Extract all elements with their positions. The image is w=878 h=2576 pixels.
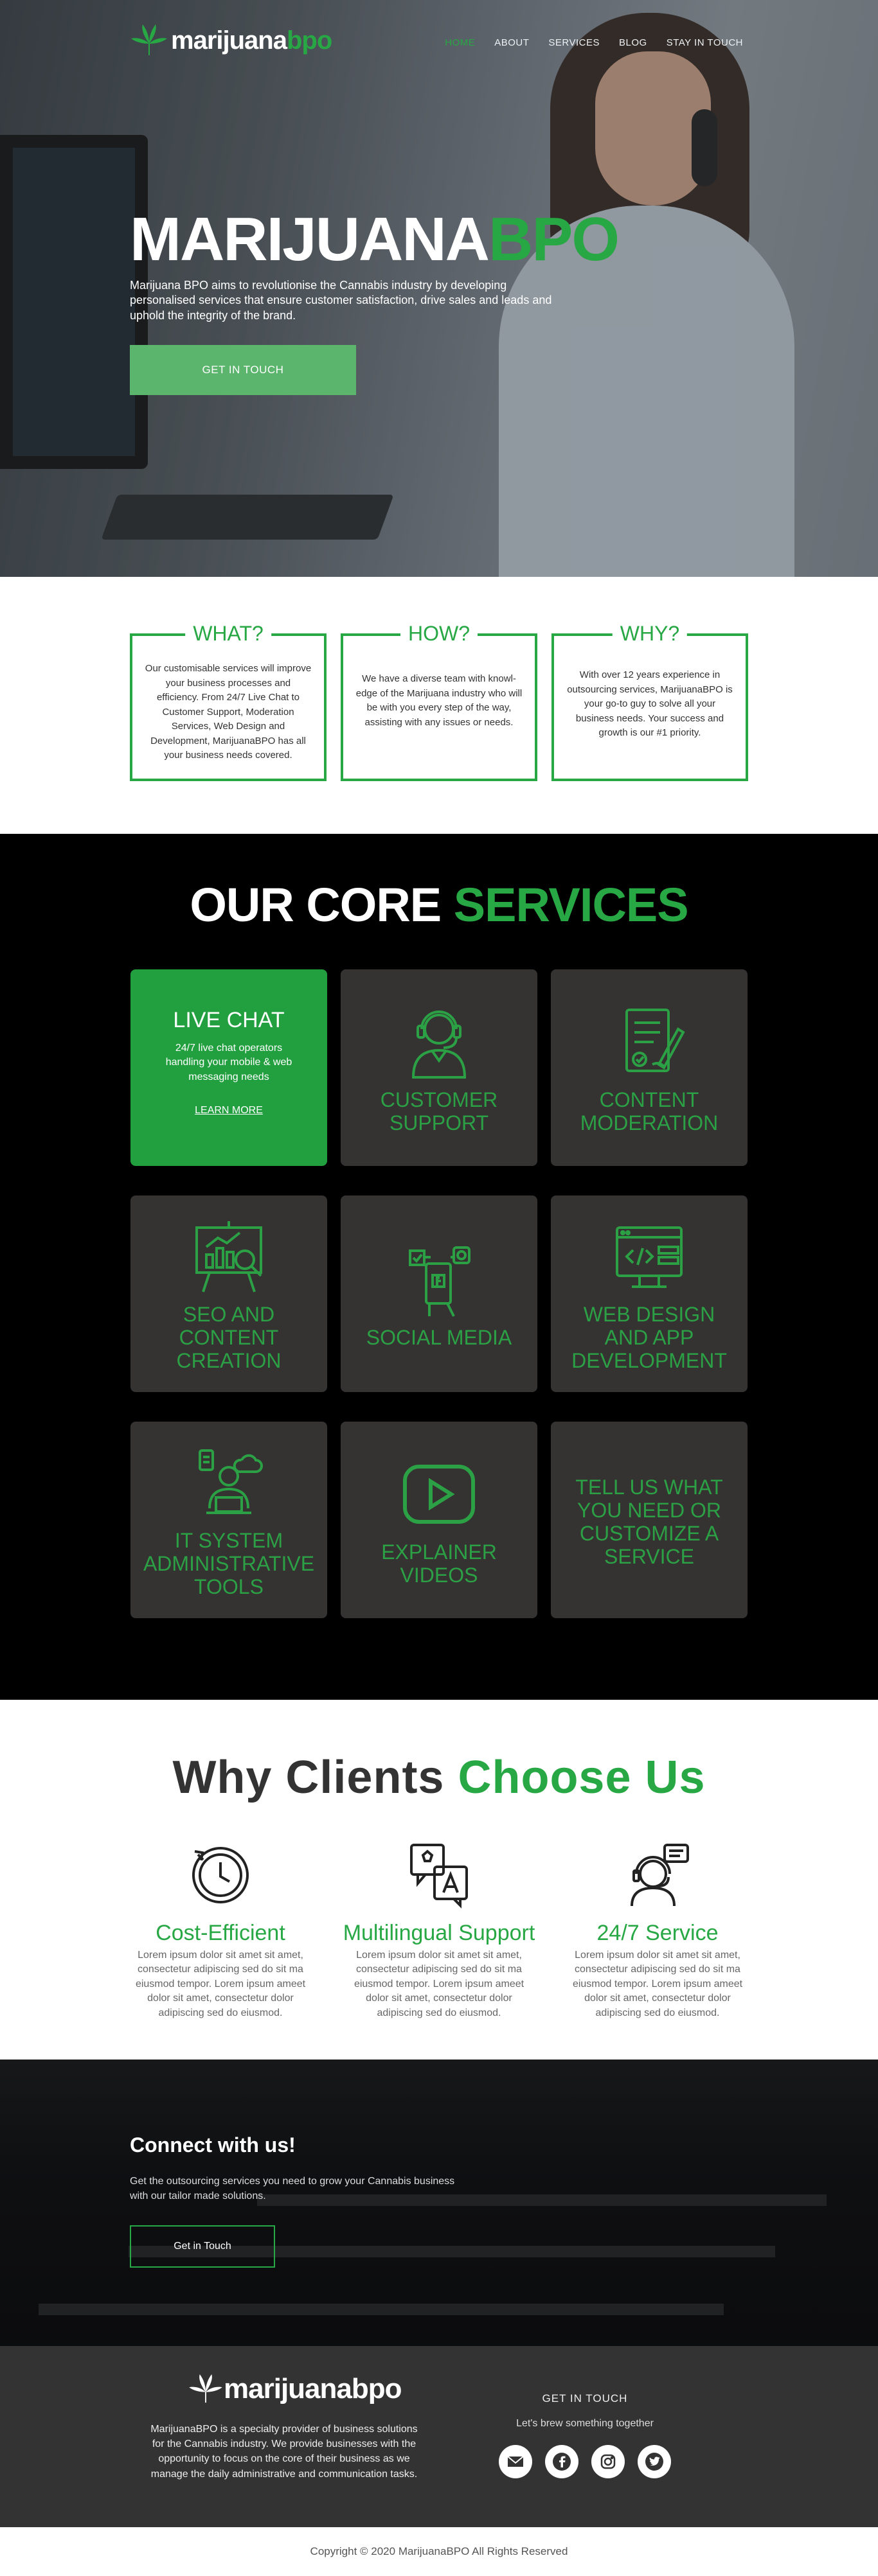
- service-card-customer-support[interactable]: CUSTOMER SUPPORT: [341, 969, 537, 1166]
- document-check-icon: [607, 1000, 691, 1084]
- service-card-customize[interactable]: TELL US WHAT YOU NEED OR CUSTOMIZE A SER…: [551, 1422, 748, 1618]
- core-services-heading: OUR CORE SERVICES: [190, 878, 688, 931]
- why-item-text: Lorem ipsum dolor sit amet sit amet, con…: [135, 1950, 306, 2018]
- service-card-seo-content[interactable]: SEO AND CONTENT CREATION: [130, 1195, 327, 1392]
- service-label: WEB DESIGN AND APP DEVELOPMENT: [571, 1303, 727, 1372]
- why-item-24-7: 24/7 Service Lorem ipsum dolor sit amet …: [561, 1839, 754, 2020]
- footer-about-text: MarijuanaBPO is a specialty provider of …: [150, 2424, 418, 2480]
- hero-section: marijuanabpo HOME ABOUT SERVICES BLOG ST…: [0, 0, 878, 577]
- clock-cost-icon: [185, 1839, 256, 1909]
- footer-logo-text: marijuanabpo: [224, 2373, 402, 2404]
- logo-text-suffix: bpo: [286, 26, 332, 55]
- why-item-cost-efficient: Cost-Efficient Lorem ipsum dolor sit ame…: [124, 1839, 317, 2020]
- logo-text-prefix: marijuana: [171, 26, 287, 55]
- how-title: HOW?: [400, 622, 478, 646]
- what-box: WHAT? Our customisable services will imp…: [130, 622, 327, 781]
- connect-text: Get the outsourcing services you need to…: [130, 2176, 455, 2202]
- site-logo[interactable]: marijuanabpo: [130, 24, 332, 57]
- service-label: TELL US WHAT YOU NEED OR CUSTOMIZE A SER…: [575, 1476, 723, 1568]
- core-services-section: OUR CORE SERVICES LIVE CHAT 24/7 live ch…: [0, 834, 878, 1700]
- service-card-web-design[interactable]: WEB DESIGN AND APP DEVELOPMENT: [551, 1195, 748, 1392]
- facebook-icon[interactable]: [545, 2445, 578, 2478]
- service-card-social-media[interactable]: SOCIAL MEDIA: [341, 1195, 537, 1392]
- nav-link-home[interactable]: HOME: [445, 37, 475, 48]
- why-item-multilingual: Multilingual Support Lorem ipsum dolor s…: [343, 1839, 535, 2020]
- why-title: WHY?: [612, 622, 688, 646]
- how-box: HOW? We have a diverse team with knowl-e…: [341, 622, 537, 781]
- why-item-text: Lorem ipsum dolor sit amet sit amet, con…: [354, 1950, 524, 2018]
- instagram-icon[interactable]: [591, 2445, 625, 2478]
- footer-contact: GET IN TOUCH Let's brew something togeth…: [495, 2392, 675, 2478]
- footer-contact-heading: GET IN TOUCH: [542, 2392, 628, 2404]
- hero-description: Marijuana BPO aims to revolutionise the …: [130, 279, 552, 322]
- language-translate-icon: [404, 1839, 474, 1909]
- hero-title: MARIJUANABPO: [130, 205, 620, 274]
- twitter-icon[interactable]: [638, 2445, 671, 2478]
- why-clients-heading: Why Clients Choose Us: [172, 1752, 706, 1803]
- footer-contact-tagline: Let's brew something together: [516, 2418, 654, 2429]
- what-how-why-section: WHAT? Our customisable services will imp…: [0, 577, 878, 834]
- service-label: IT SYSTEM ADMINISTRATIVE TOOLS: [143, 1529, 315, 1598]
- play-video-icon: [397, 1452, 481, 1536]
- cannabis-leaf-icon: [189, 2374, 222, 2403]
- cannabis-leaf-icon: [130, 24, 168, 57]
- footer: marijuanabpo MarijuanaBPO is a specialty…: [0, 2346, 878, 2527]
- why-item-title: 24/7 Service: [596, 1921, 719, 1945]
- service-label: EXPLAINER VIDEOS: [381, 1540, 497, 1587]
- service-card-explainer-videos[interactable]: EXPLAINER VIDEOS: [341, 1422, 537, 1618]
- service-card-live-chat[interactable]: LIVE CHAT 24/7 live chat operators handl…: [130, 969, 327, 1166]
- support-agent-icon: [622, 1839, 693, 1909]
- nav-link-services[interactable]: SERVICES: [548, 37, 600, 48]
- top-navigation: marijuanabpo HOME ABOUT SERVICES BLOG ST…: [0, 0, 878, 90]
- why-box: WHY? With over 12 years experience in ou…: [551, 622, 748, 781]
- nav-link-stay-in-touch[interactable]: STAY IN TOUCH: [667, 37, 743, 48]
- why-item-title: Multilingual Support: [343, 1921, 535, 1945]
- footer-logo[interactable]: marijuanabpo: [188, 2373, 402, 2405]
- how-text: We have a diverse team with knowl-edge o…: [355, 673, 523, 728]
- web-code-icon: [607, 1215, 691, 1298]
- service-card-it-admin[interactable]: IT SYSTEM ADMINISTRATIVE TOOLS: [130, 1422, 327, 1618]
- social-media-phone-icon: [397, 1238, 481, 1321]
- service-label: CONTENT MODERATION: [580, 1088, 719, 1134]
- why-item-text: Lorem ipsum dolor sit amet sit amet, con…: [572, 1950, 743, 2018]
- service-card-content-moderation[interactable]: CONTENT MODERATION: [551, 969, 748, 1166]
- why-clients-section: Why Clients Choose Us Cost-Efficient Lor…: [0, 1700, 878, 2060]
- copyright: Copyright © 2020 MarijuanaBPO All Rights…: [0, 2527, 878, 2576]
- why-item-title: Cost-Efficient: [156, 1921, 285, 1945]
- nav-link-about[interactable]: ABOUT: [494, 37, 529, 48]
- headset-agent-icon: [397, 1000, 481, 1084]
- nav-link-blog[interactable]: BLOG: [619, 37, 647, 48]
- service-label: SEO AND CONTENT CREATION: [176, 1303, 282, 1372]
- what-title: WHAT?: [185, 622, 271, 646]
- service-label: CUSTOMER SUPPORT: [380, 1088, 498, 1134]
- live-chat-description: 24/7 live chat operators handling your m…: [165, 1043, 292, 1082]
- connect-title: Connect with us!: [130, 2133, 296, 2157]
- service-label: SOCIAL MEDIA: [366, 1326, 512, 1350]
- learn-more-link[interactable]: LEARN MORE: [195, 1105, 263, 1116]
- live-chat-title: LIVE CHAT: [173, 1008, 285, 1032]
- why-text: With over 12 years experience in outsour…: [567, 669, 733, 738]
- it-admin-icon: [187, 1441, 271, 1524]
- get-in-touch-button[interactable]: GET IN TOUCH: [130, 345, 356, 396]
- what-text: Our customisable services will improve y…: [145, 663, 312, 761]
- connect-get-in-touch-button[interactable]: Get in Touch: [130, 2225, 275, 2268]
- connect-section: Connect with us! Get the outsourcing ser…: [0, 2060, 878, 2346]
- email-icon[interactable]: [499, 2445, 532, 2478]
- presentation-chart-icon: [187, 1215, 271, 1298]
